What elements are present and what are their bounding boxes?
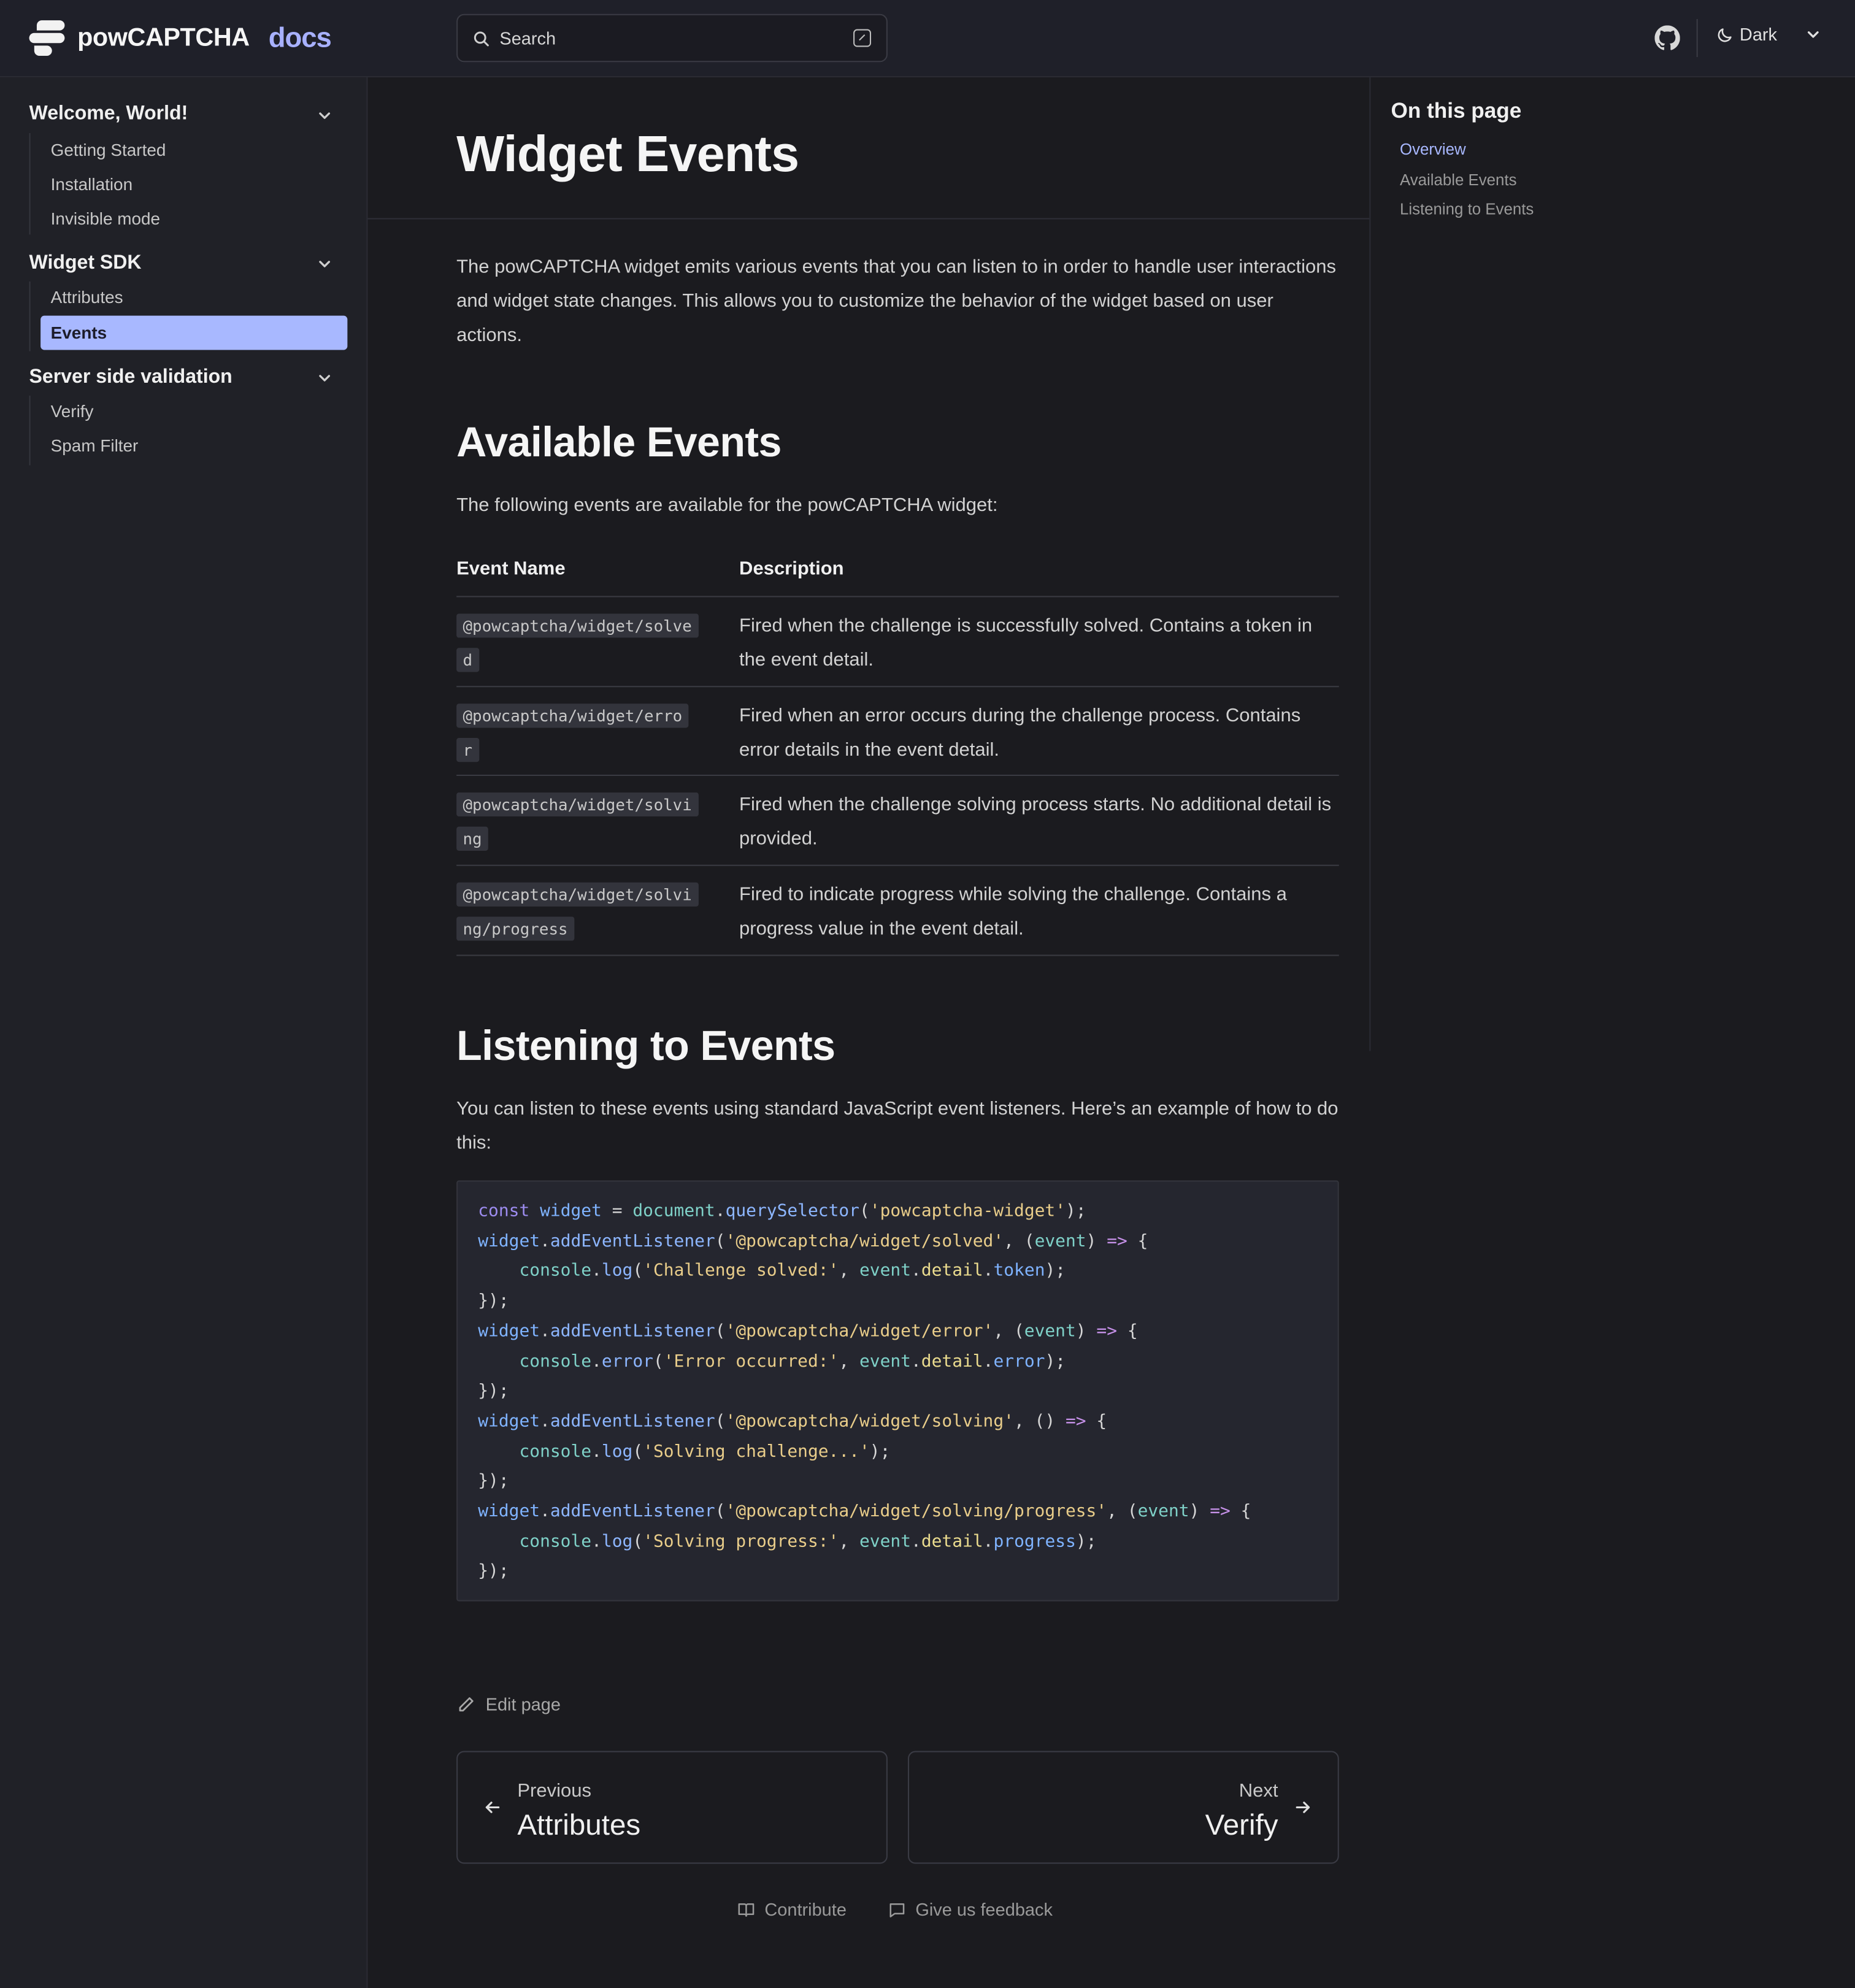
header-divider <box>1696 19 1698 58</box>
event-desc-error: Fired when an error occurs during the ch… <box>739 705 1301 761</box>
feedback-label: Give us feedback <box>915 1899 1053 1920</box>
keyboard-shortcut-icon <box>853 29 872 47</box>
code-line: widget.addEventListener('@powcaptcha/wid… <box>478 1501 1251 1522</box>
code-line: widget.addEventListener('@powcaptcha/wid… <box>478 1230 1148 1251</box>
event-name-solving: @powcaptcha/widget/solving <box>456 788 699 856</box>
search-button[interactable]: Search <box>456 13 888 63</box>
table-divider <box>456 686 1339 688</box>
code-line: }); <box>478 1291 509 1311</box>
logo-icon <box>29 18 67 58</box>
code-line: const widget = document.querySelector('p… <box>478 1200 1086 1221</box>
top-bar: powCAPTCHA docs Search Dark <box>0 0 1855 78</box>
code-block[interactable]: const widget = document.querySelector('p… <box>456 1180 1339 1602</box>
available-events-lead: The following events are available for t… <box>456 494 998 516</box>
heading-listening-to-events: Listening to Events <box>456 1022 835 1069</box>
event-desc-solving: Fired when the challenge solving process… <box>739 793 1332 850</box>
section-guide-line <box>29 133 31 235</box>
moon-icon <box>1718 28 1732 42</box>
code-line: }); <box>478 1561 509 1582</box>
toc-title: On this page <box>1391 99 1522 123</box>
book-icon <box>738 1902 755 1916</box>
contribute-link[interactable]: Contribute <box>737 1899 847 1919</box>
toc-item-overview[interactable]: Overview <box>1400 140 1466 158</box>
next-title: Verify <box>1205 1808 1278 1841</box>
edit-page-link[interactable]: Edit page <box>456 1694 561 1714</box>
next-page-button[interactable]: Next Verify <box>907 1751 1339 1864</box>
previous-label: Previous <box>517 1780 591 1802</box>
event-name-error: @powcaptcha/widget/error <box>456 699 697 767</box>
sidebar-item-events[interactable]: Events <box>40 315 348 350</box>
code-line: console.error('Error occurred:', event.d… <box>519 1351 1066 1372</box>
column-header-event-name: Event Name <box>456 558 566 580</box>
listening-lead: You can listen to these events using sta… <box>456 1098 1338 1154</box>
code-line: }); <box>478 1381 509 1402</box>
brand-logo[interactable]: powCAPTCHA docs <box>29 13 332 64</box>
code-line: console.log('Solving progress:', event.d… <box>519 1531 1097 1552</box>
page-title: Widget Events <box>456 126 799 183</box>
sidebar-item-attributes[interactable]: Attributes <box>51 288 123 307</box>
chevron-down-icon <box>1807 31 1818 38</box>
code-line: widget.addEventListener('@powcaptcha/wid… <box>478 1411 1107 1432</box>
table-divider <box>456 864 1339 866</box>
code-line: }); <box>478 1471 509 1492</box>
title-divider <box>367 218 1370 220</box>
edit-page-label: Edit page <box>485 1694 561 1714</box>
brand-suffix: docs <box>268 21 332 53</box>
sidebar-section-server-validation[interactable]: Server side validation <box>29 366 232 389</box>
chevron-down-icon[interactable] <box>317 370 332 386</box>
code-line: widget.addEventListener('@powcaptcha/wid… <box>478 1321 1138 1341</box>
contribute-label: Contribute <box>764 1899 847 1920</box>
chevron-down-icon[interactable] <box>317 108 332 123</box>
code-line: console.log('Solving challenge...'); <box>519 1441 891 1462</box>
sidebar-item-spam-filter[interactable]: Spam Filter <box>51 436 139 455</box>
theme-label: Dark <box>1739 24 1778 45</box>
event-desc-solved: Fired when the challenge is successfully… <box>739 615 1313 671</box>
sidebar-section-widget-sdk[interactable]: Widget SDK <box>29 252 142 275</box>
event-name-progress: @powcaptcha/widget/solving/progress <box>456 877 699 946</box>
event-desc-progress: Fired to indicate progress while solving… <box>739 883 1287 940</box>
event-name-solved: @powcaptcha/widget/solved <box>456 608 699 677</box>
code-line: console.log('Challenge solved:', event.d… <box>519 1261 1066 1281</box>
sidebar-item-getting-started[interactable]: Getting Started <box>51 140 166 159</box>
sidebar: Welcome, World! Getting Started Installa… <box>0 77 368 1988</box>
previous-title: Attributes <box>517 1808 641 1841</box>
sidebar-item-verify[interactable]: Verify <box>51 402 94 421</box>
search-icon <box>474 31 489 46</box>
toc-item-available-events[interactable]: Available Events <box>1400 171 1517 189</box>
github-icon[interactable] <box>1654 25 1680 50</box>
heading-available-events: Available Events <box>456 418 782 466</box>
chevron-down-icon[interactable] <box>317 256 332 272</box>
arrow-left-icon <box>485 1802 500 1813</box>
column-header-description: Description <box>739 558 844 580</box>
theme-switcher[interactable]: Dark <box>1717 24 1821 44</box>
docs-page: powCAPTCHA docs Search Dark Welcome, Wor… <box>0 0 1855 1988</box>
search-label: Search <box>499 28 556 48</box>
table-divider <box>456 596 1339 597</box>
sidebar-item-invisible-mode[interactable]: Invisible mode <box>51 209 160 228</box>
table-divider <box>456 774 1339 777</box>
arrow-right-icon <box>1296 1802 1310 1813</box>
pencil-icon <box>459 1697 474 1711</box>
toc-divider <box>1369 77 1371 1051</box>
feedback-link[interactable]: Give us feedback <box>888 1899 1053 1919</box>
sidebar-section-welcome[interactable]: Welcome, World! <box>29 102 188 125</box>
section-guide-line <box>29 395 31 466</box>
brand-name: powCAPTCHA <box>77 23 250 52</box>
table-divider <box>456 954 1339 956</box>
toc-item-listening-to-events[interactable]: Listening to Events <box>1400 201 1534 218</box>
intro-paragraph: The powCAPTCHA widget emits various even… <box>456 256 1336 347</box>
section-guide-line <box>29 281 31 351</box>
chat-icon <box>889 1902 905 1917</box>
next-label: Next <box>1239 1780 1278 1802</box>
previous-page-button[interactable]: Previous Attributes <box>456 1751 888 1864</box>
sidebar-item-installation[interactable]: Installation <box>51 175 132 194</box>
